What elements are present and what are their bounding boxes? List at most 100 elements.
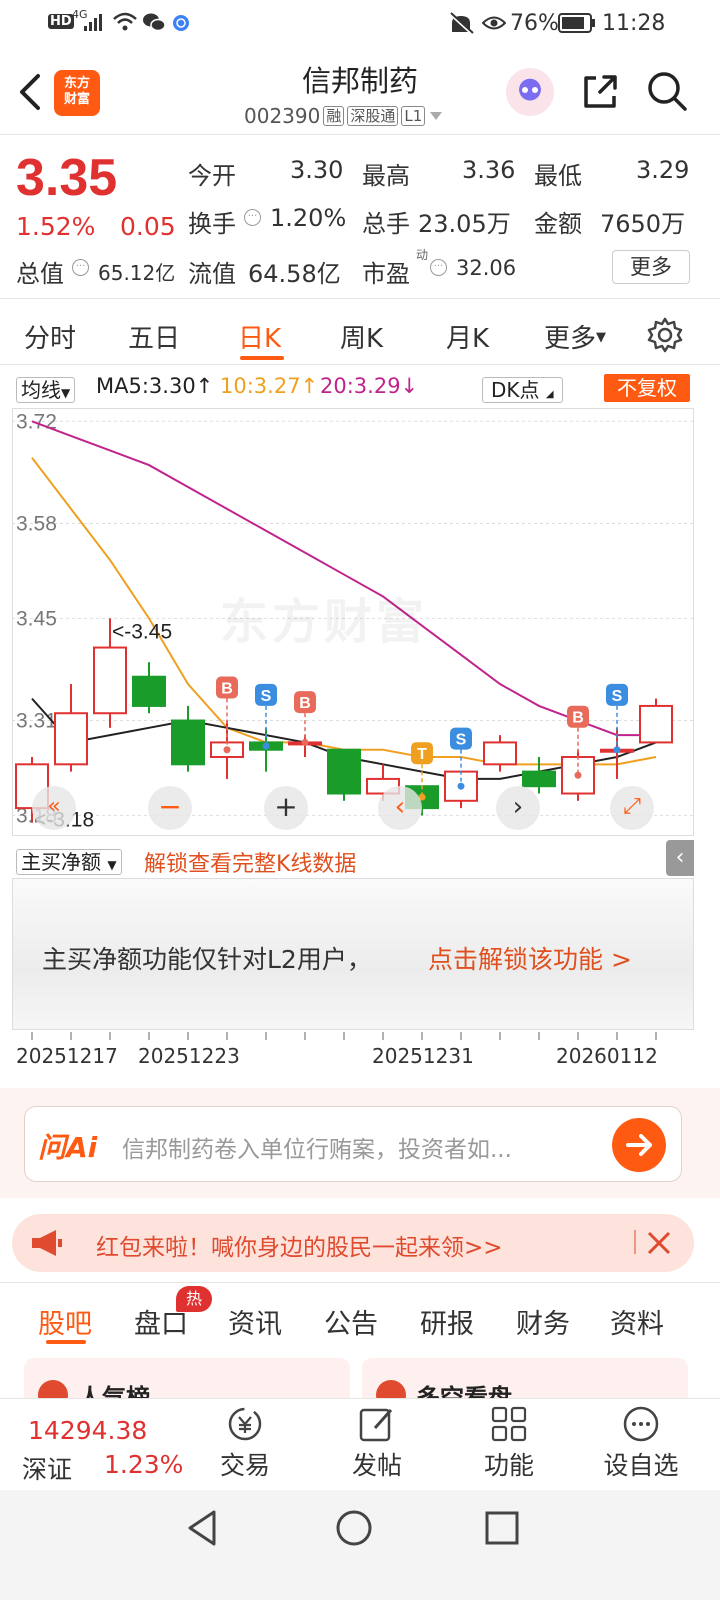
candle-body [639,704,673,744]
tab-announcements[interactable]: 公告 [324,1302,378,1341]
date-label-3: 20251231 [372,1044,474,1068]
index-value[interactable]: 14294.38 [28,1416,147,1445]
ma-select[interactable]: 均线▼ [16,374,76,403]
connect-tag: 深股通 [347,106,399,126]
share-icon[interactable] [580,72,620,112]
unlock-kline-link[interactable]: 解锁查看完整K线数据 [144,846,356,878]
quote-divider [0,298,720,299]
unlock-feature-link[interactable]: 点击解锁该功能 > [428,940,632,976]
l2-only-message: 主买净额功能仅针对L2用户， [42,945,372,974]
header-divider [0,134,720,135]
system-back-icon[interactable] [184,1508,220,1548]
chart-watermark: 东方财富 [220,594,429,650]
float-cap-value: 64.58亿 [248,260,341,288]
tab-research[interactable]: 研报 [420,1302,474,1341]
date-ticks [31,1032,657,1040]
mute-icon [449,12,474,35]
low-label: 最低 [534,162,582,190]
nav-watchlist[interactable]: 设自选 [586,1404,696,1482]
nav-functions[interactable]: 功能 [454,1404,564,1482]
tab-profile[interactable]: 资料 [610,1302,664,1341]
candle-body [54,712,88,766]
chart-fullscreen-button[interactable]: ⤢ [610,786,654,830]
search-icon[interactable] [646,70,688,112]
candle-body [171,719,205,766]
signal-label: T [417,746,427,763]
system-recents-icon[interactable] [484,1510,520,1546]
system-home-icon[interactable] [334,1508,374,1548]
hot-badge: 热 [176,1286,212,1312]
close-icon[interactable] [646,1230,672,1256]
ma-select-caret-icon: ▼ [61,386,71,400]
tab-guba[interactable]: 股吧 [38,1302,92,1341]
tab-intraday[interactable]: 分时 [24,318,76,355]
dk-select[interactable]: DK点 ◢ [482,374,563,403]
pe-label: 市盈 [362,260,410,288]
volume-value: 23.05万 [418,210,511,238]
pe-value: 32.06 [456,256,517,280]
net-buy-select-label: 主买净额 [21,850,101,874]
ma20-value: 20:3.29↓ [320,374,419,398]
chart-next-button[interactable]: › [496,786,540,830]
chart-zoom-in-button[interactable]: + [264,786,308,830]
chart-settings-gear-icon[interactable] [646,316,684,354]
tab-news[interactable]: 资讯 [228,1302,282,1341]
robot-eyes-icon [522,87,538,93]
candle-body [327,748,361,795]
tabs-divider [0,364,720,365]
no-adjust-button[interactable]: 不复权 [604,374,690,402]
nav-trade-label: 交易 [219,1451,270,1480]
battery-percent: 76% [510,11,559,36]
index-name[interactable]: 深证 [22,1450,72,1486]
candle-body [132,675,166,707]
candle-body [522,770,556,788]
tab-finance[interactable]: 财务 [516,1302,570,1341]
open-value: 3.30 [290,156,344,184]
red-packet-text[interactable]: 红包来啦！喊你身边的股民一起来领>> [96,1228,503,1262]
signal-dot [262,742,270,750]
amount-value: 7650万 [600,210,686,238]
arrow-right-icon [626,1134,652,1156]
tab-daily-k[interactable]: 日K [238,318,281,355]
signal-dot [301,738,309,746]
date-label-2: 20251223 [138,1044,240,1068]
chart-prev-button[interactable]: ‹ [378,786,422,830]
ai-question-text[interactable]: 信邦制药卷入单位行贿案，投资者如... [122,1130,512,1164]
nav-post[interactable]: 发帖 [322,1404,432,1482]
net-buy-select[interactable]: 主买净额 ▼ [16,846,122,875]
megaphone-icon [32,1230,62,1256]
chart-zoom-out-button[interactable]: − [148,786,192,830]
grid-icon [491,1406,527,1442]
pe-info-icon[interactable]: ··· [430,256,447,276]
ai-robot-avatar[interactable] [506,68,554,116]
total-cap-value: 65.12亿 [98,261,176,285]
tab-monthly-k[interactable]: 月K [446,318,489,355]
signal-label: S [612,688,623,705]
max-price-label: <-3.45 [112,620,172,643]
ai-logo: 问Ai [38,1131,98,1164]
side-panel-toggle[interactable]: ‹ [666,840,694,876]
y-tick-label: 3.45 [16,607,57,630]
ai-submit-button[interactable] [612,1118,666,1172]
tab-more[interactable]: 更多▼ [544,318,606,355]
turnover-info-icon[interactable]: ··· [244,206,261,226]
chart-scroll-left-button[interactable]: « [32,786,76,830]
nav-trade[interactable]: 交易 [190,1404,300,1482]
ma10-value: 10:3.27↑ [220,374,319,398]
tab-five-day[interactable]: 五日 [128,318,180,355]
more-quote-button[interactable]: 更多 [612,250,690,284]
dk-select-label: DK点 [491,378,540,402]
signal-dot [223,746,231,754]
total-cap-info-icon[interactable]: ··· [72,256,89,276]
y-tick-label: 3.72 [16,410,57,433]
tab-weekly-k[interactable]: 周K [340,318,383,355]
app-notification-icon [173,15,189,31]
low-value: 3.29 [636,156,690,184]
level-dropdown-icon[interactable] [428,110,444,122]
chevron-left-icon: ‹ [394,792,406,822]
high-value: 3.36 [462,156,516,184]
wifi-icon [113,12,137,31]
wechat-icon [143,13,166,32]
index-change[interactable]: 1.23% [104,1450,183,1479]
level-tag[interactable]: L1 [401,106,426,126]
